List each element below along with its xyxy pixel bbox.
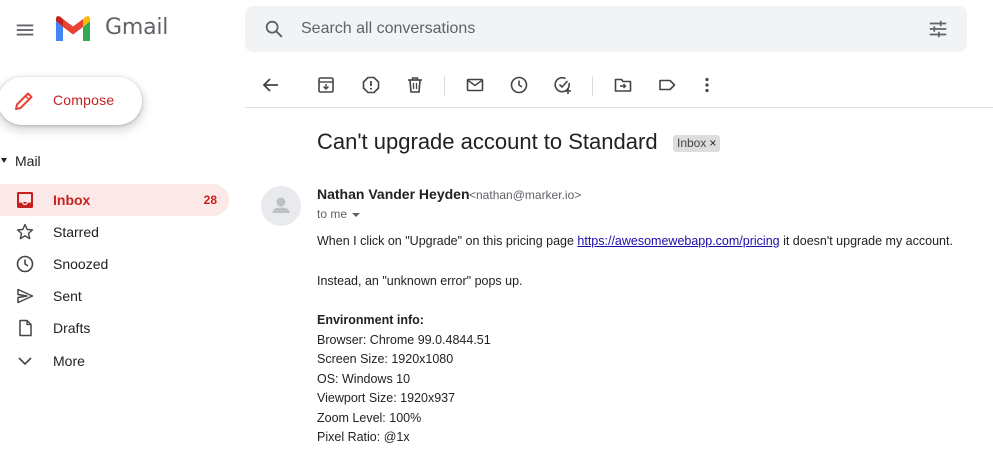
send-icon — [17, 288, 34, 304]
label-icon[interactable] — [657, 75, 677, 95]
caret-down-icon — [352, 212, 361, 217]
search-input[interactable] — [301, 14, 901, 44]
gmail-logo-icon[interactable] — [54, 15, 92, 43]
search-icon[interactable] — [263, 18, 285, 40]
main-menu-icon[interactable] — [14, 19, 36, 41]
sidebar-item-label: Snoozed — [53, 256, 109, 272]
chevron-down-icon — [18, 357, 32, 366]
sidebar-item-label: More — [53, 353, 85, 369]
move-to-icon[interactable] — [613, 75, 633, 95]
label-chip-inbox[interactable]: Inbox × — [673, 135, 721, 152]
body-paragraph: When I click on "Upgrade" on this pricin… — [317, 234, 953, 248]
env-line: Browser: Chrome 99.0.4844.51 — [317, 333, 491, 347]
sidebar-item-sent[interactable]: Sent — [0, 280, 229, 312]
sidebar-item-drafts[interactable]: Drafts — [0, 312, 229, 344]
star-icon — [16, 223, 34, 240]
clock-icon — [16, 255, 34, 273]
snooze-icon[interactable] — [509, 75, 529, 95]
recipients-toggle[interactable]: to me — [317, 207, 361, 221]
compose-button[interactable]: Compose — [0, 77, 142, 125]
body-text: it doesn't upgrade my account. — [779, 234, 953, 248]
body-text: When I click on "Upgrade" on this pricin… — [317, 234, 578, 248]
sidebar-item-label: Sent — [53, 288, 82, 304]
pencil-icon — [15, 92, 33, 110]
message-toolbar — [245, 62, 993, 108]
add-task-icon[interactable] — [553, 75, 573, 95]
sidebar-item-more[interactable]: More — [0, 345, 229, 377]
sidebar-item-label: Drafts — [53, 320, 91, 336]
label-chip-text: Inbox — [677, 136, 707, 150]
message-subject: Can't upgrade account to Standard — [317, 129, 658, 154]
remove-label-button[interactable]: × — [709, 136, 716, 150]
body-paragraph: Instead, an "unknown error" pops up. — [317, 274, 523, 288]
draft-icon — [19, 319, 32, 337]
avatar[interactable] — [261, 186, 301, 226]
report-spam-icon[interactable] — [361, 75, 381, 95]
search-bar[interactable] — [245, 6, 967, 52]
sidebar-item-starred[interactable]: Starred — [0, 216, 229, 248]
env-heading: Environment info: — [317, 313, 424, 327]
brand-name: Gmail — [105, 15, 169, 40]
env-line: Screen Size: 1920x1080 — [317, 352, 454, 366]
person-icon — [272, 197, 290, 213]
archive-icon[interactable] — [316, 75, 336, 95]
env-line: Viewport Size: 1920x937 — [317, 391, 456, 405]
env-line: Pixel Ratio: @1x — [317, 430, 410, 444]
sidebar-item-inbox[interactable]: Inbox 28 — [0, 184, 229, 216]
back-arrow-icon[interactable] — [261, 75, 281, 95]
to-line: to me — [317, 207, 348, 221]
search-options-icon[interactable] — [927, 18, 949, 40]
pricing-link[interactable]: https://awesomewebapp.com/pricing — [577, 234, 779, 248]
mail-section-label: Mail — [15, 153, 41, 169]
top-bar: Gmail — [0, 0, 993, 62]
sidebar-item-label: Starred — [53, 224, 99, 240]
sender-name[interactable]: Nathan Vander Heyden — [317, 186, 470, 202]
caret-down-icon — [1, 158, 7, 163]
toolbar-divider — [592, 76, 593, 96]
env-line: OS: Windows 10 — [317, 372, 411, 386]
toolbar-divider — [444, 76, 445, 96]
sender-email: <nathan@marker.io> — [469, 188, 582, 202]
more-vert-icon[interactable] — [697, 75, 717, 95]
compose-label: Compose — [53, 92, 115, 108]
sidebar-item-label: Inbox — [53, 192, 91, 208]
unread-count: 28 — [203, 193, 217, 207]
mark-unread-icon[interactable] — [465, 75, 485, 95]
delete-icon[interactable] — [405, 75, 425, 95]
env-line: Zoom Level: 100% — [317, 411, 422, 425]
inbox-icon — [17, 192, 33, 208]
sidebar-item-snoozed[interactable]: Snoozed — [0, 248, 229, 280]
